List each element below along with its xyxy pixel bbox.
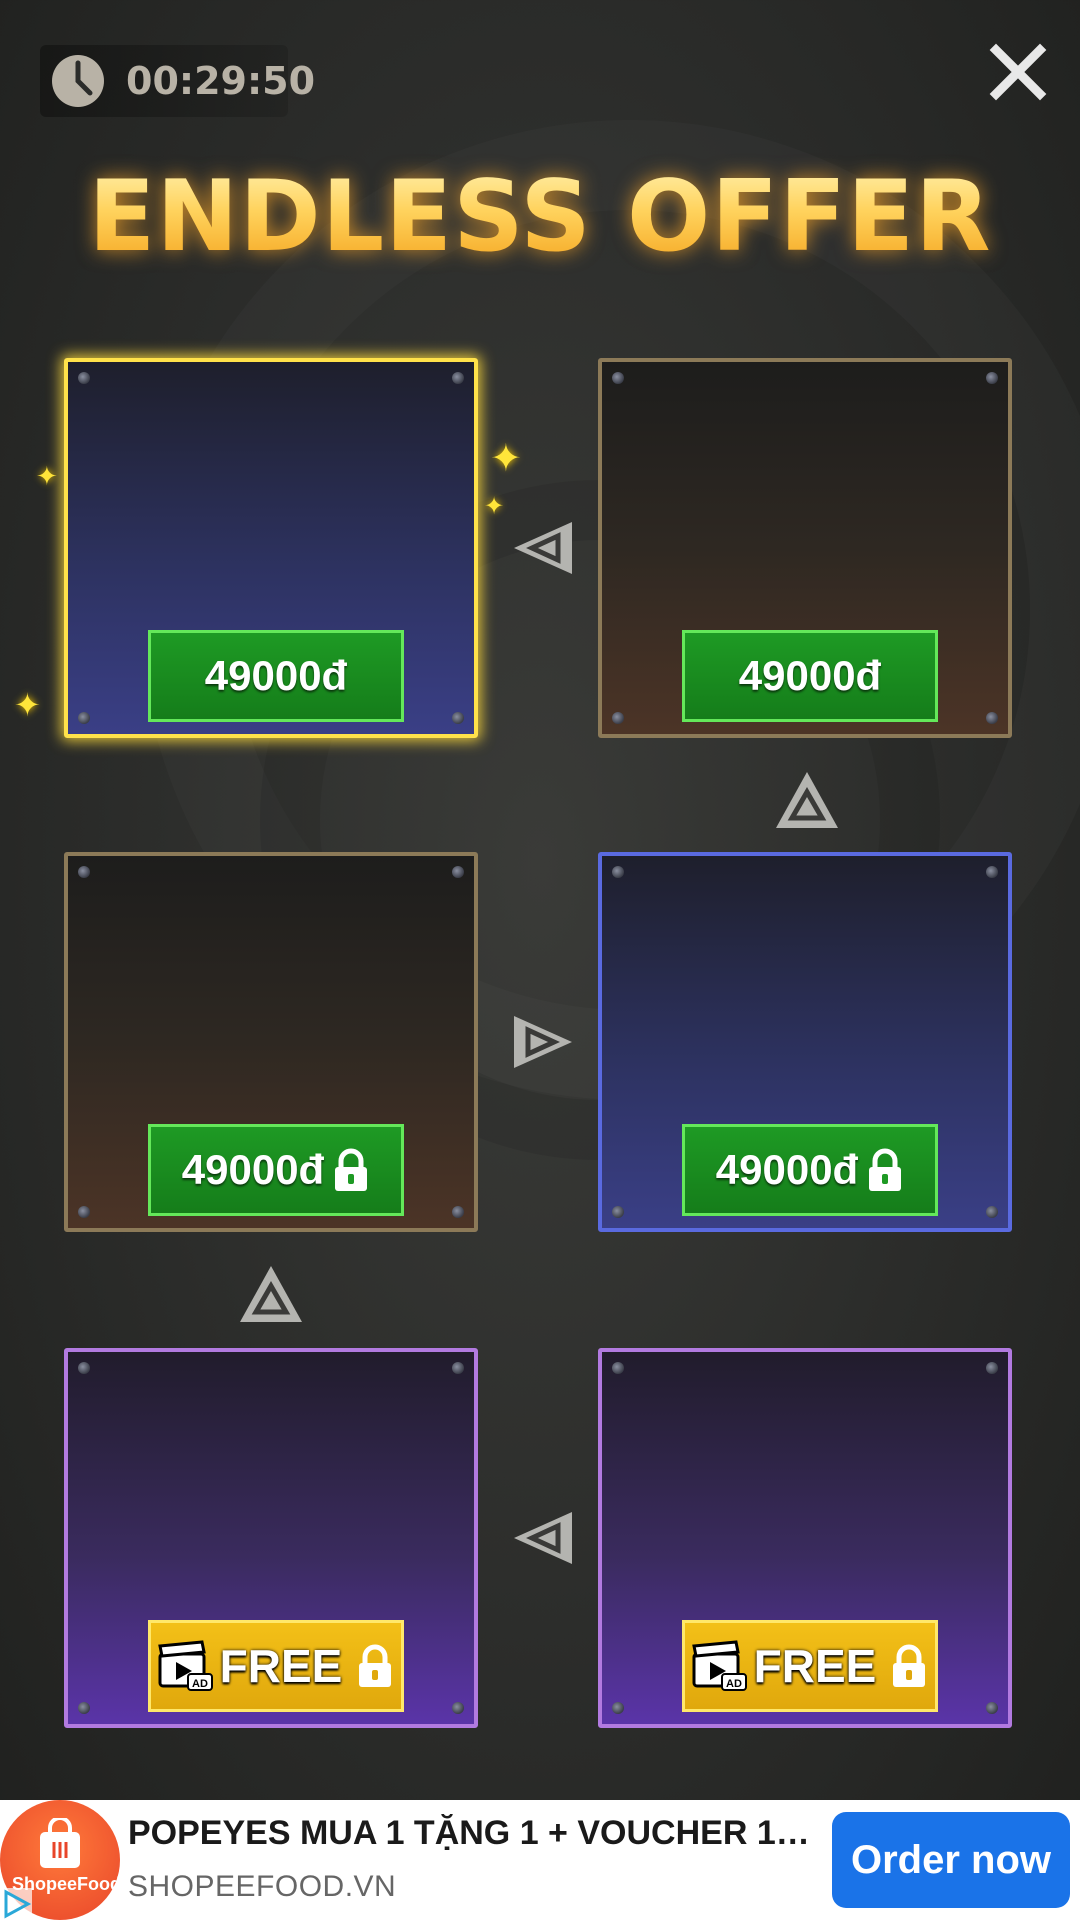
offer-card-6[interactable]: AD FREE (598, 1348, 1012, 1728)
price-label: 49000đ (738, 652, 882, 699)
offer-card-2[interactable]: 49000đ (598, 358, 1012, 738)
arrow-left-icon (514, 1512, 572, 1564)
ad-title: POPEYES MUA 1 TẶNG 1 + VOUCHER 1… (128, 1814, 808, 1852)
page-title: ENDLESS OFFER (0, 160, 1080, 274)
clock-icon (52, 55, 104, 107)
buy-button-4[interactable]: 49000đ (682, 1124, 938, 1216)
arrow-left-icon (514, 522, 572, 574)
offer-timer: 00:29:50 (40, 45, 315, 117)
lock-icon (869, 1148, 902, 1191)
watch-ad-button-5[interactable]: AD FREE (148, 1620, 404, 1712)
free-label: FREE (753, 1640, 877, 1692)
ad-source: SHOPEEFOOD.VN (128, 1870, 397, 1903)
ad-banner[interactable]: ShopeeFood POPEYES MUA 1 TẶNG 1 + VOUCHE… (0, 1800, 1080, 1920)
offer-card-1[interactable]: 49000đ (64, 358, 478, 738)
arrow-up-icon (776, 772, 838, 828)
sparkle-icon: ✦ (484, 492, 505, 520)
close-icon[interactable] (988, 42, 1048, 102)
offer-card-5[interactable]: AD FREE (64, 1348, 478, 1728)
video-ad-icon: AD (691, 1640, 747, 1691)
buy-button-3[interactable]: 49000đ (148, 1124, 404, 1216)
price-label: 49000đ (204, 652, 348, 699)
price-label: 49000đ (181, 1146, 325, 1193)
lock-icon (359, 1644, 392, 1687)
lock-icon (335, 1148, 368, 1191)
offer-card-4[interactable]: 49000đ (598, 852, 1012, 1232)
arrow-right-icon (514, 1016, 572, 1068)
free-label: FREE (219, 1640, 343, 1692)
sparkle-icon: ✦ (14, 686, 41, 724)
ad-choices-icon[interactable] (0, 1888, 32, 1920)
svg-text:AD: AD (726, 1678, 742, 1690)
lock-icon (893, 1644, 926, 1687)
sparkle-icon: ✦ (36, 462, 58, 492)
price-label: 49000đ (715, 1146, 859, 1193)
video-ad-icon: AD (157, 1640, 213, 1691)
watch-ad-button-6[interactable]: AD FREE (682, 1620, 938, 1712)
buy-button-2[interactable]: 49000đ (682, 630, 938, 722)
order-now-button[interactable]: Order now (832, 1812, 1070, 1908)
offer-card-3[interactable]: 49000đ (64, 852, 478, 1232)
svg-text:AD: AD (192, 1678, 208, 1690)
shopping-bag-icon (40, 1818, 80, 1868)
buy-button-1[interactable]: 49000đ (148, 630, 404, 722)
arrow-up-icon (240, 1266, 302, 1322)
sparkle-icon: ✦ (490, 436, 522, 480)
timer-value: 00:29:50 (126, 59, 316, 103)
